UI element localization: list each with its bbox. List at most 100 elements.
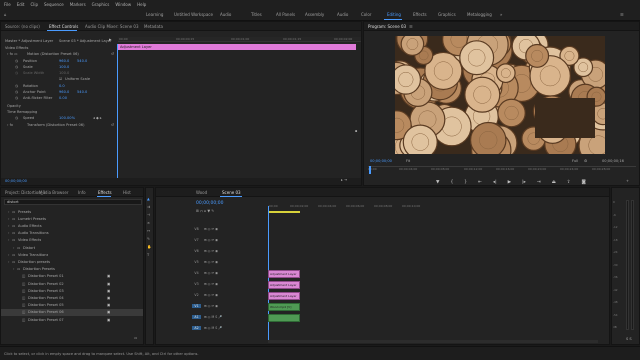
mark-in-icon[interactable]: { xyxy=(450,180,453,185)
track-select-icon[interactable]: ⇉ xyxy=(147,205,150,209)
program-video-frame[interactable] xyxy=(395,36,605,154)
track-header-controls[interactable]: ⊞ ◎ ⟳ ◉ xyxy=(204,282,218,286)
effects-preset-item[interactable]: ◫ Distortion Preset 06 ▣ xyxy=(1,308,143,316)
menu-item-file[interactable]: File xyxy=(4,2,11,7)
workspace-metalogging[interactable]: Metalogging xyxy=(467,12,492,17)
keyframe-nav-icon[interactable]: ◂ ◆ ▸ xyxy=(93,116,102,120)
track-header-controls[interactable]: ⊞ ◎ ⟳ ◉ xyxy=(204,249,218,253)
workspace-all-panels[interactable]: All Panels xyxy=(276,12,295,17)
fit-dropdown[interactable]: Fit xyxy=(406,159,410,163)
stopwatch-icon[interactable]: ◷ xyxy=(15,96,18,100)
slip-tool-icon[interactable]: ↔ xyxy=(147,229,150,233)
workspace-untitled[interactable]: Untitled Workspace xyxy=(174,12,213,17)
track-header-controls[interactable]: ⊞ ◎ ⟳ ◉ xyxy=(204,304,218,308)
track-target-v8[interactable]: V8 xyxy=(192,227,201,231)
prop-scale-value[interactable]: 100.0 xyxy=(59,65,69,69)
tab-wood[interactable]: Wood xyxy=(196,190,207,195)
program-menu-icon[interactable]: ☰ xyxy=(409,24,413,29)
effects-preset-item[interactable]: ◫ Distortion Preset 02 ▣ xyxy=(1,280,143,287)
hand-tool-icon[interactable]: ✋ xyxy=(147,245,151,249)
timeline-audio-clip[interactable] xyxy=(268,314,300,322)
timeline-clip[interactable]: Adjustment Layer xyxy=(268,270,300,278)
master-label[interactable]: Master * Adjustment Layer xyxy=(5,39,53,43)
effects-folder[interactable]: › ▭ Distort xyxy=(1,244,143,251)
prop-anchor-y[interactable]: 540.0 xyxy=(77,90,87,94)
stopwatch-icon[interactable]: ◷ xyxy=(15,116,18,120)
workspace-effects[interactable]: Effects xyxy=(413,12,427,17)
menu-item-graphics[interactable]: Graphics xyxy=(92,2,110,7)
menu-item-window[interactable]: Window xyxy=(115,2,131,7)
menu-item-clip[interactable]: Clip xyxy=(30,2,38,7)
fx-toggle-icon[interactable]: › fx xyxy=(7,123,13,127)
effect-playhead[interactable] xyxy=(117,44,118,184)
prop-position-x[interactable]: 960.0 xyxy=(59,59,69,63)
solo-button[interactable]: S S xyxy=(626,337,632,341)
track-target-v6[interactable]: V6 xyxy=(192,249,201,253)
timeline-clip[interactable]: Wood.mp4 [V] xyxy=(268,303,300,311)
timeline-timecode[interactable]: 00;00;00;00 xyxy=(196,201,223,206)
track-target-a1[interactable]: A1 xyxy=(192,315,201,319)
speed-value[interactable]: 100.00% xyxy=(59,116,75,120)
effects-folder[interactable]: › ▭ Video Effects xyxy=(1,237,143,244)
track-header-controls[interactable]: ⊞ ◎ ⟳ ◉ xyxy=(204,260,218,264)
tab-effects[interactable]: Effects xyxy=(98,190,112,195)
track-header-controls[interactable]: ⊞ ◎ M S 🎤 xyxy=(204,315,222,319)
workspace-assembly[interactable]: Assembly xyxy=(305,12,324,17)
camera-icon[interactable]: ◙ xyxy=(582,180,586,185)
track-header-controls[interactable]: ⊞ ◎ ⟳ ◉ xyxy=(204,271,218,275)
effects-search-field[interactable]: distort xyxy=(4,199,142,205)
track-header-controls[interactable]: ⊞ ◎ M S 🎤 xyxy=(204,326,222,330)
program-playhead[interactable] xyxy=(369,166,371,174)
track-target-v1[interactable]: V1 xyxy=(192,304,201,308)
quality-dropdown[interactable]: Full xyxy=(572,159,578,163)
effects-preset-item[interactable]: ◫ Distortion Preset 03 ▣ xyxy=(1,287,143,294)
prop-antiflicker-value[interactable]: 0.00 xyxy=(59,96,67,100)
workspace-learning[interactable]: Learning xyxy=(146,12,163,17)
workspace-audio-1[interactable]: Audio xyxy=(220,12,231,17)
track-header-controls[interactable]: ⊞ ◎ ⟳ ◉ xyxy=(204,238,218,242)
workspace-color[interactable]: Color xyxy=(361,12,371,17)
tab-scene-03[interactable]: Scene 03 xyxy=(222,190,241,195)
program-ruler[interactable]: 00;00 00;00;04;00 00;00;08;00 00;00;12;0… xyxy=(368,166,636,172)
effects-preset-item[interactable]: ◫ Distortion Preset 07 ▣ xyxy=(1,316,143,323)
workspace-audio-2[interactable]: Audio xyxy=(337,12,348,17)
track-target-v3[interactable]: V3 xyxy=(192,282,201,286)
prop-anchor-x[interactable]: 960.0 xyxy=(59,90,69,94)
track-target-v4[interactable]: V4 xyxy=(192,271,201,275)
effects-folder[interactable]: › ▭ Distortion Presets xyxy=(1,266,143,273)
prop-position-y[interactable]: 540.0 xyxy=(77,59,87,63)
step-back-icon[interactable]: ◂| xyxy=(493,180,497,185)
step-forward-icon[interactable]: |▸ xyxy=(522,180,526,185)
effects-preset-item[interactable]: ◫ Distortion Preset 01 ▣ xyxy=(1,273,143,280)
new-bin-icon[interactable]: ▭ xyxy=(134,336,137,340)
track-header-controls[interactable]: ⊞ ◎ ⟳ ◉ xyxy=(204,227,218,231)
fx-toggle-icon[interactable]: › fx ▭ xyxy=(7,52,18,56)
type-tool-icon[interactable]: T xyxy=(147,253,149,257)
stopwatch-icon[interactable]: ◷ xyxy=(15,59,18,63)
workspace-editing[interactable]: Editing xyxy=(387,12,401,17)
sequence-clip-label[interactable]: Scene 03 * Adjustment Layer xyxy=(59,39,112,43)
go-to-out-icon[interactable]: ⇥ xyxy=(537,180,541,185)
tab-program[interactable]: Program: Scene 03 xyxy=(368,24,406,29)
pen-tool-icon[interactable]: ✎ xyxy=(147,237,150,241)
effect-controls-timecode[interactable]: 00;00;00;00 xyxy=(5,179,27,183)
work-area-bar[interactable] xyxy=(268,211,300,213)
stopwatch-icon[interactable]: ◷ xyxy=(15,65,18,69)
tab-source[interactable]: Source: (no clips) xyxy=(5,24,40,29)
effects-preset-item[interactable]: ◫ Distortion Preset 04 ▣ xyxy=(1,294,143,301)
tab-effect-controls[interactable]: Effect Controls xyxy=(49,24,78,29)
program-timecode[interactable]: 00;00;00;00 xyxy=(370,159,392,163)
add-marker-icon[interactable]: ▼ xyxy=(436,180,439,185)
extract-icon[interactable]: ⇪ xyxy=(567,180,571,185)
mark-out-icon[interactable]: } xyxy=(464,180,467,185)
ripple-edit-icon[interactable]: ⊣ xyxy=(147,213,150,217)
stopwatch-icon[interactable]: ◷ xyxy=(15,84,18,88)
timeline-clip[interactable]: Adjustment Layer xyxy=(268,292,300,300)
workspace-titles[interactable]: Titles xyxy=(251,12,262,17)
play-icon[interactable]: ▸ xyxy=(109,37,112,43)
prop-rotation-value[interactable]: 0.0 xyxy=(59,84,65,88)
effects-folder[interactable]: › ▭ Audio Effects xyxy=(1,222,143,229)
tab-history[interactable]: Hist xyxy=(123,190,131,195)
uniform-scale-checkbox[interactable]: ☑ xyxy=(59,77,62,81)
time-remap-label[interactable]: Time Remapping xyxy=(7,110,37,114)
